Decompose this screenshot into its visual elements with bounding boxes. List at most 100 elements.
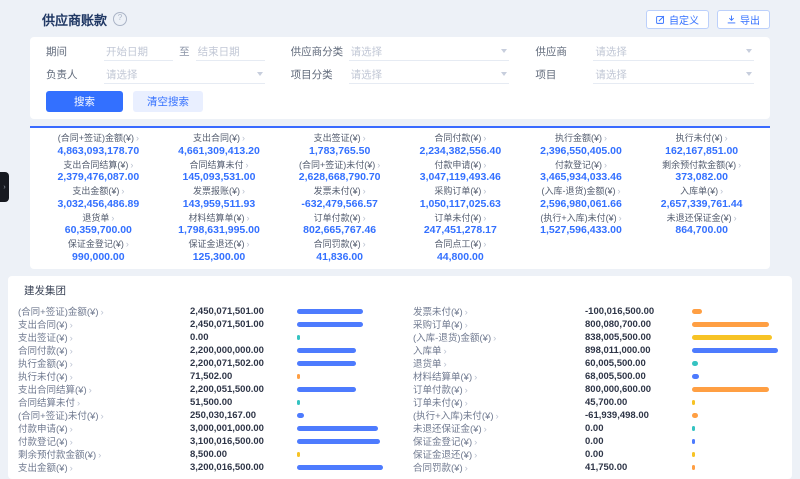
person-in-charge-label: 负责人 <box>46 67 104 82</box>
metric-bar <box>692 413 782 418</box>
stat-item[interactable]: 合同点工(¥)›44,800.00 <box>400 238 521 264</box>
metric-row[interactable]: 材料结算单(¥)›68,005,500.00 <box>413 370 782 383</box>
stat-value: 373,082.00 <box>643 171 760 183</box>
drill-arrow-icon: › <box>121 186 124 196</box>
metric-row[interactable]: (合同+签证)金额(¥)›2,450,071,501.00 <box>18 305 387 318</box>
stat-item[interactable]: 合同罚款(¥)›41,836.00 <box>279 238 400 264</box>
metric-label: 订单未付(¥)› <box>413 395 585 409</box>
metric-row[interactable]: 剩余预付款金额(¥)›8,500.00 <box>18 448 387 461</box>
help-icon[interactable]: ? <box>113 12 127 26</box>
metric-row[interactable]: 合同付款(¥)›2,200,000,000.00 <box>18 344 387 357</box>
stat-item[interactable]: 采购订单(¥)›1,050,117,025.63 <box>400 185 521 211</box>
search-button[interactable]: 搜索 <box>46 91 123 112</box>
stat-item[interactable]: (入库-退货)金额(¥)›2,596,980,061.66 <box>521 185 642 211</box>
metric-label: 保证金退还(¥)› <box>413 447 585 461</box>
metric-row[interactable]: 执行未付(¥)›71,502.00 <box>18 370 387 383</box>
stat-item[interactable]: 订单付款(¥)›802,665,767.46 <box>279 212 400 238</box>
drawer-handle[interactable]: › <box>0 172 9 202</box>
metric-row[interactable]: 支出合同(¥)›2,450,071,501.00 <box>18 318 387 331</box>
stat-item[interactable]: 支出合同(¥)›4,661,309,413.20 <box>159 132 280 158</box>
start-date-input[interactable]: 开始日期 <box>104 42 173 61</box>
metric-value: 2,200,071,502.00 <box>190 358 297 369</box>
metric-row[interactable]: 支出签证(¥)›0.00 <box>18 331 387 344</box>
metric-label: 支出签证(¥)› <box>18 330 190 344</box>
stat-item[interactable]: 合同结算未付›145,093,531.00 <box>159 159 280 185</box>
customize-button[interactable]: 自定义 <box>646 10 709 29</box>
clear-search-button[interactable]: 清空搜索 <box>133 91 203 112</box>
stats-grid: (合同+签证)金额(¥)›4,863,093,178.70支出合同(¥)›4,6… <box>38 132 762 264</box>
drill-arrow-icon: › <box>130 160 133 170</box>
customize-button-label: 自定义 <box>669 12 699 27</box>
stat-item[interactable]: 支出金额(¥)›3,032,456,486.89 <box>38 185 159 211</box>
stat-item[interactable]: 保证金登记(¥)›990,000.00 <box>38 238 159 264</box>
drill-arrow-icon: › <box>246 239 249 249</box>
metric-value: 68,005,500.00 <box>585 371 692 382</box>
stat-item[interactable]: 执行未付(¥)›162,167,851.00 <box>641 132 762 158</box>
metric-row[interactable]: 执行金额(¥)›2,200,071,502.00 <box>18 357 387 370</box>
stat-item[interactable]: 入库单(¥)›2,657,339,761.44 <box>641 185 762 211</box>
supplier-select[interactable]: 请选择 <box>593 42 754 61</box>
stat-value: -632,479,566.57 <box>281 198 398 210</box>
metric-row[interactable]: 合同罚款(¥)›41,750.00 <box>413 461 782 474</box>
date-range: 开始日期 至 结束日期 <box>104 42 265 61</box>
metric-row[interactable]: 订单未付(¥)›45,700.00 <box>413 396 782 409</box>
stat-item[interactable]: 付款申请(¥)›3,047,119,493.46 <box>400 159 521 185</box>
metric-row[interactable]: 订单付款(¥)›800,000,600.00 <box>413 383 782 396</box>
stat-item[interactable]: (执行+入库)未付(¥)›1,527,596,433.00 <box>521 212 642 238</box>
stat-item[interactable]: 付款登记(¥)›3,465,934,033.46 <box>521 159 642 185</box>
filter-supplier-category: 供应商分类 请选择 <box>291 42 510 61</box>
stat-item[interactable]: 保证金退还(¥)›125,300.00 <box>159 238 280 264</box>
metric-row[interactable]: (执行+入库)未付(¥)›-61,939,498.00 <box>413 409 782 422</box>
metric-row[interactable]: 发票未付(¥)›-100,016,500.00 <box>413 305 782 318</box>
stat-item[interactable]: 支出签证(¥)›1,783,765.50 <box>279 132 400 158</box>
stat-item[interactable]: (合同+签证)金额(¥)›4,863,093,178.70 <box>38 132 159 158</box>
page-title: 供应商账款 <box>42 10 107 29</box>
metric-value: 250,030,167.00 <box>190 410 297 421</box>
stat-label: 入库单(¥)› <box>643 186 760 197</box>
metric-row[interactable]: 保证金退还(¥)›0.00 <box>413 448 782 461</box>
stat-item[interactable]: 订单未付(¥)›247,451,278.17 <box>400 212 521 238</box>
metric-row[interactable]: 付款登记(¥)›3,100,016,500.00 <box>18 435 387 448</box>
stat-item[interactable]: (合同+签证)未付(¥)›2,628,668,790.70 <box>279 159 400 185</box>
stat-item[interactable]: 材料结算单(¥)›1,798,631,995.00 <box>159 212 280 238</box>
stat-item[interactable]: 发票报账(¥)›143,959,511.93 <box>159 185 280 211</box>
stat-item[interactable]: 发票未付(¥)›-632,479,566.57 <box>279 185 400 211</box>
metric-row[interactable]: 支出合同结算(¥)›2,200,051,500.00 <box>18 383 387 396</box>
stat-item[interactable]: 未退还保证金(¥)›864,700.00 <box>641 212 762 238</box>
export-button-label: 导出 <box>740 12 760 27</box>
metric-value: 898,011,000.00 <box>585 345 692 356</box>
stat-label: 剩余预付款金额(¥)› <box>643 160 760 171</box>
metric-row[interactable]: 保证金登记(¥)›0.00 <box>413 435 782 448</box>
metric-row[interactable]: 合同结算未付›51,500.00 <box>18 396 387 409</box>
metric-row[interactable]: (入库-退货)金额(¥)›838,005,500.00 <box>413 331 782 344</box>
stat-item[interactable]: 执行金额(¥)›2,396,550,405.00 <box>521 132 642 158</box>
stat-item[interactable]: 退货单›60,359,700.00 <box>38 212 159 238</box>
chevron-down-icon <box>746 72 752 76</box>
metric-row[interactable]: 采购订单(¥)›800,080,700.00 <box>413 318 782 331</box>
dim-col-right: 发票未付(¥)›-100,016,500.00采购订单(¥)›800,080,7… <box>413 305 782 474</box>
person-in-charge-select[interactable]: 请选择 <box>104 65 265 84</box>
stat-label: 执行未付(¥)› <box>643 133 760 144</box>
metric-row[interactable]: 未退还保证金(¥)›0.00 <box>413 422 782 435</box>
end-date-input[interactable]: 结束日期 <box>196 42 265 61</box>
metric-row[interactable]: 退货单›60,005,500.00 <box>413 357 782 370</box>
metric-row[interactable]: 付款申请(¥)›3,000,001,000.00 <box>18 422 387 435</box>
download-icon <box>727 15 736 24</box>
stat-value: 60,359,700.00 <box>40 224 157 236</box>
supplier-category-select[interactable]: 请选择 <box>349 42 510 61</box>
project-select[interactable]: 请选择 <box>593 65 754 84</box>
metric-row[interactable]: 支出金额(¥)›3,200,016,500.00 <box>18 461 387 474</box>
metric-value: 60,005,500.00 <box>585 358 692 369</box>
stat-item[interactable]: 合同付款(¥)›2,234,382,556.40 <box>400 132 521 158</box>
export-button[interactable]: 导出 <box>717 10 770 29</box>
dim-col-left: (合同+签证)金额(¥)›2,450,071,501.00支出合同(¥)›2,4… <box>18 305 387 474</box>
stat-value: 864,700.00 <box>643 224 760 236</box>
stat-value: 4,661,309,413.20 <box>161 145 278 157</box>
drill-arrow-icon: › <box>619 213 622 223</box>
metric-row[interactable]: (合同+签证)未付(¥)›250,030,167.00 <box>18 409 387 422</box>
stat-item[interactable]: 支出合同结算(¥)›2,379,476,087.00 <box>38 159 159 185</box>
stat-item[interactable]: 剩余预付款金额(¥)›373,082.00 <box>641 159 762 185</box>
project-category-select[interactable]: 请选择 <box>349 65 510 84</box>
metric-bar <box>297 452 387 457</box>
metric-row[interactable]: 入库单›898,011,000.00 <box>413 344 782 357</box>
